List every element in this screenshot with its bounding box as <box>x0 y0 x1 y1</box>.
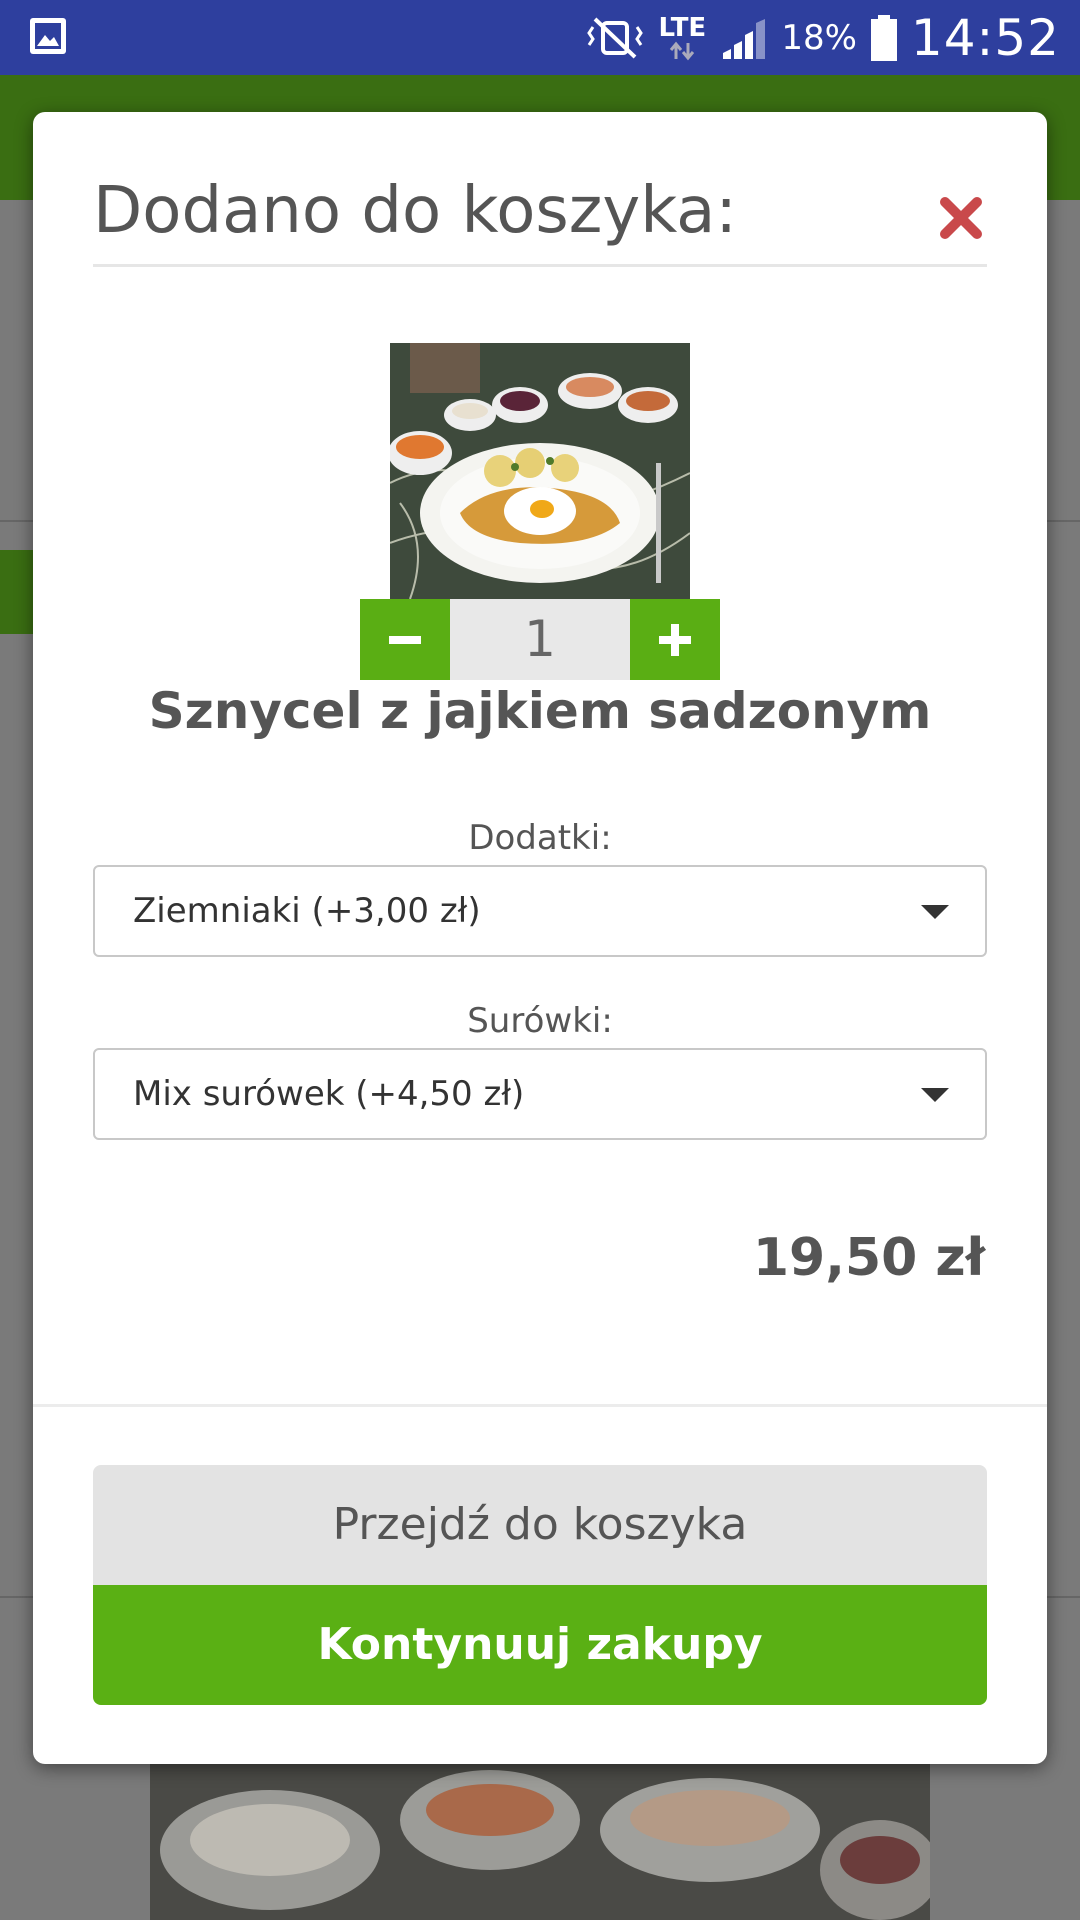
close-icon[interactable] <box>937 194 985 242</box>
chevron-down-icon <box>921 905 949 919</box>
dialog-title: Dodano do koszyka: <box>93 174 737 248</box>
quantity-stepper: 1 <box>360 599 720 680</box>
mute-icon <box>587 17 644 58</box>
plus-icon <box>659 623 691 656</box>
data-arrows-icon <box>670 41 695 60</box>
added-to-cart-dialog: Dodano do koszyka: 1 Sznycel z jajkiem s… <box>33 112 1047 1764</box>
chevron-down-icon <box>921 1088 949 1102</box>
network-type: LTE <box>658 12 707 43</box>
clock: 14:52 <box>910 8 1060 67</box>
continue-shopping-button[interactable]: Kontynuuj zakupy <box>93 1585 987 1705</box>
decrease-quantity-button[interactable] <box>360 599 450 680</box>
battery-percent: 18% <box>781 17 857 58</box>
increase-quantity-button[interactable] <box>630 599 720 680</box>
total-price: 19,50 zł <box>752 1228 985 1288</box>
background-food-photo <box>150 1760 930 1920</box>
go-to-cart-button[interactable]: Przejdź do koszyka <box>93 1465 987 1585</box>
network-indicator: LTE <box>657 15 707 61</box>
salads-selected-value: Mix surówek (+4,50 zł) <box>133 1074 525 1114</box>
addons-label: Dodatki: <box>468 818 612 858</box>
addons-selected-value: Ziemniaki (+3,00 zł) <box>133 891 481 931</box>
status-bar: LTE 18% 14:52 <box>0 0 1080 75</box>
gallery-icon <box>30 18 66 54</box>
salads-select[interactable]: Mix surówek (+4,50 zł) <box>93 1048 987 1140</box>
product-name: Sznycel z jajkiem sadzonym <box>148 682 932 740</box>
salads-label: Surówki: <box>467 1001 613 1041</box>
product-image <box>390 343 690 599</box>
signal-icon <box>723 18 766 59</box>
battery-icon <box>870 14 897 61</box>
quantity-value[interactable]: 1 <box>450 599 630 680</box>
addons-select[interactable]: Ziemniaki (+3,00 zł) <box>93 865 987 957</box>
title-divider <box>93 264 987 267</box>
footer-divider <box>33 1404 1047 1407</box>
minus-icon <box>389 635 421 644</box>
